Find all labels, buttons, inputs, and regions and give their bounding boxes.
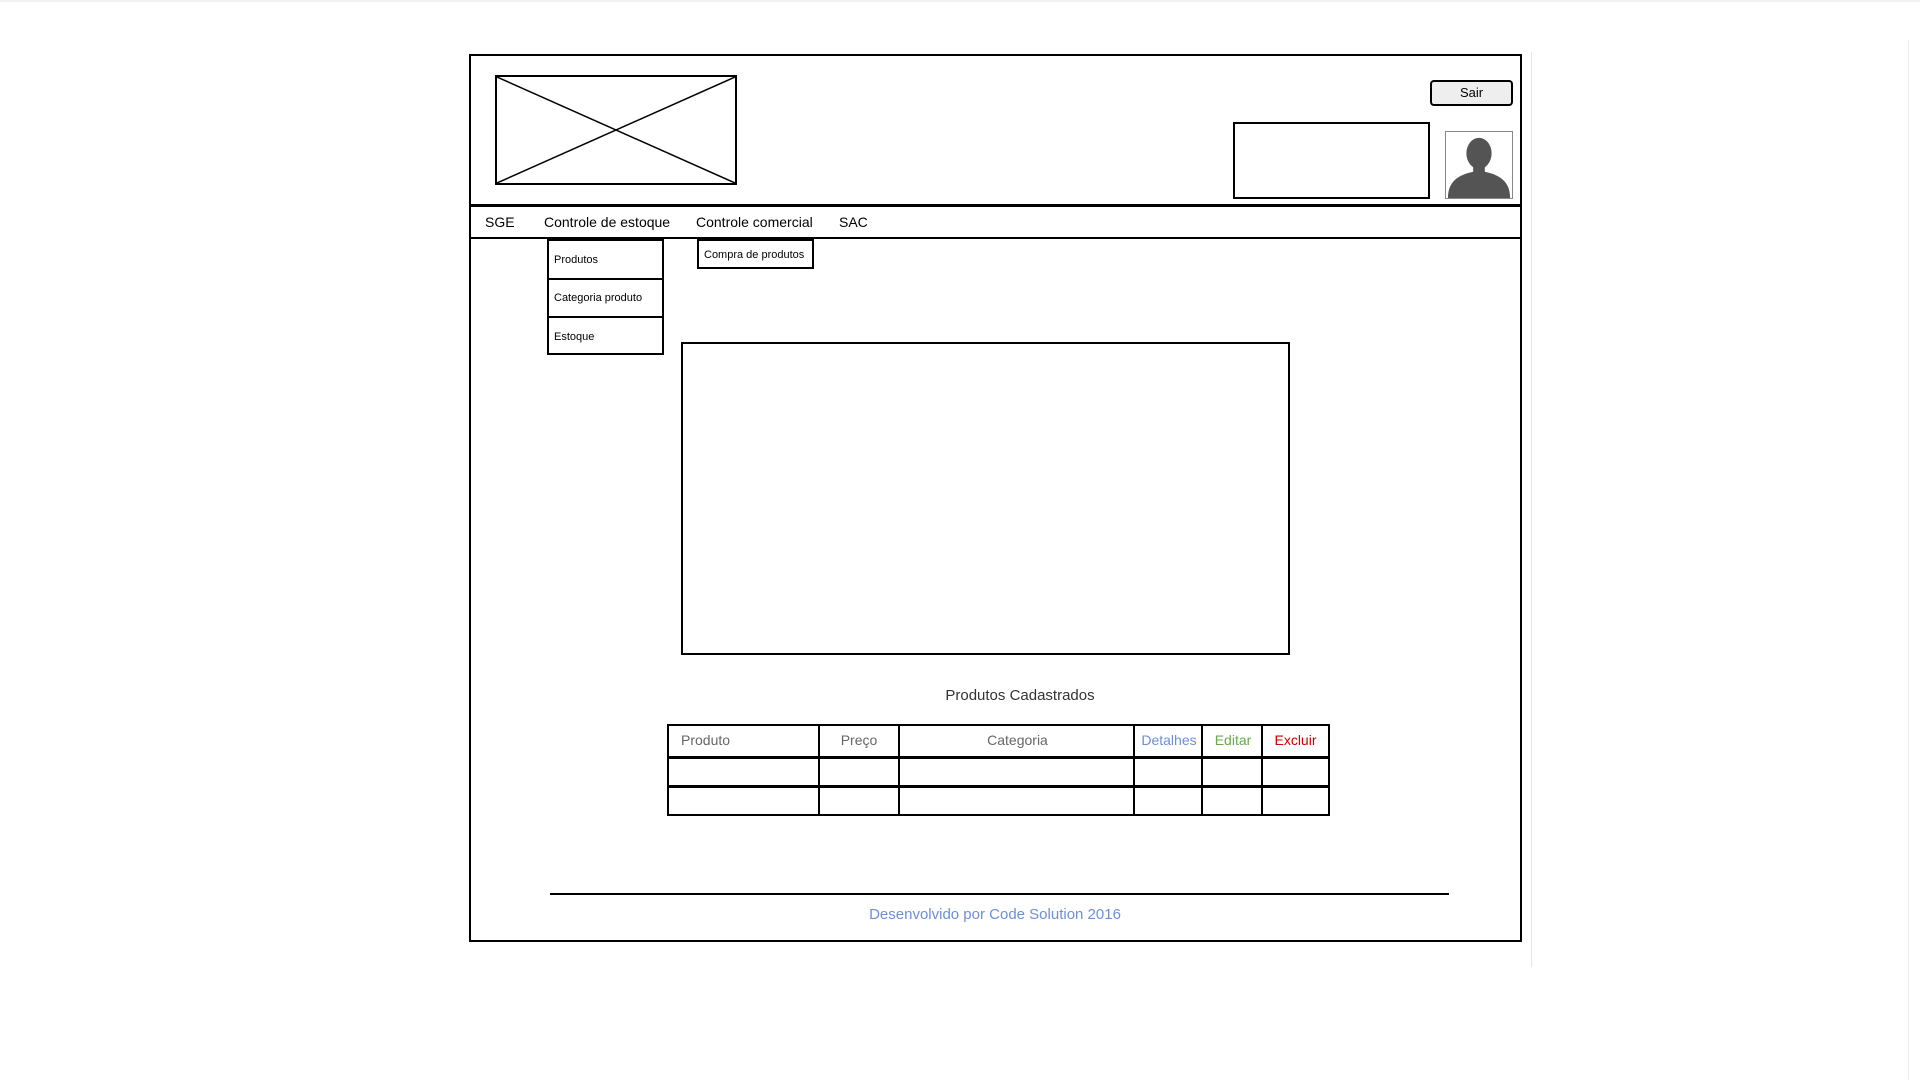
main-content-area	[681, 342, 1290, 655]
menu-item-categoria-produto[interactable]: Categoria produto	[549, 279, 662, 317]
page-divider	[1531, 52, 1532, 967]
estoque-dropdown-menu: Produtos Categoria produto Estoque	[547, 239, 664, 355]
column-header-editar[interactable]: Editar	[1203, 731, 1263, 749]
footer-divider	[550, 893, 1449, 895]
menu-item-produtos[interactable]: Produtos	[549, 241, 662, 279]
nav-item-sge[interactable]: SGE	[485, 212, 515, 232]
logo-placeholder	[495, 75, 737, 185]
user-info-box	[1233, 122, 1430, 199]
column-header-detalhes[interactable]: Detalhes	[1135, 731, 1203, 749]
table-row[interactable]	[669, 759, 1328, 785]
column-header-excluir[interactable]: Excluir	[1263, 731, 1328, 749]
menu-item-estoque[interactable]: Estoque	[549, 318, 662, 356]
column-header-preco: Preço	[840, 732, 878, 748]
column-header-categoria: Categoria	[987, 732, 1048, 748]
footer-credits: Desenvolvido por Code Solution 2016	[869, 906, 1121, 923]
logout-button[interactable]: Sair	[1430, 80, 1513, 106]
user-silhouette-icon	[1447, 137, 1511, 198]
table-row[interactable]	[669, 788, 1328, 814]
nav-item-controle-comercial[interactable]: Controle comercial	[696, 212, 813, 232]
menu-item-compra-produtos[interactable]: Compra de produtos	[697, 239, 814, 269]
column-header-produto: Produto	[681, 732, 731, 748]
page-top-border	[0, 0, 1920, 2]
avatar[interactable]	[1445, 131, 1513, 199]
products-table: Produto Preço Categoria Detalhes Editar …	[667, 724, 1330, 816]
nav-item-sac[interactable]: SAC	[839, 212, 868, 232]
page-scroll-edge	[1908, 40, 1909, 1080]
nav-item-controle-estoque[interactable]: Controle de estoque	[544, 212, 670, 232]
nav-top-border	[469, 204, 1522, 207]
image-placeholder-icon	[497, 77, 735, 183]
products-table-title: Produtos Cadastrados	[945, 687, 1095, 704]
